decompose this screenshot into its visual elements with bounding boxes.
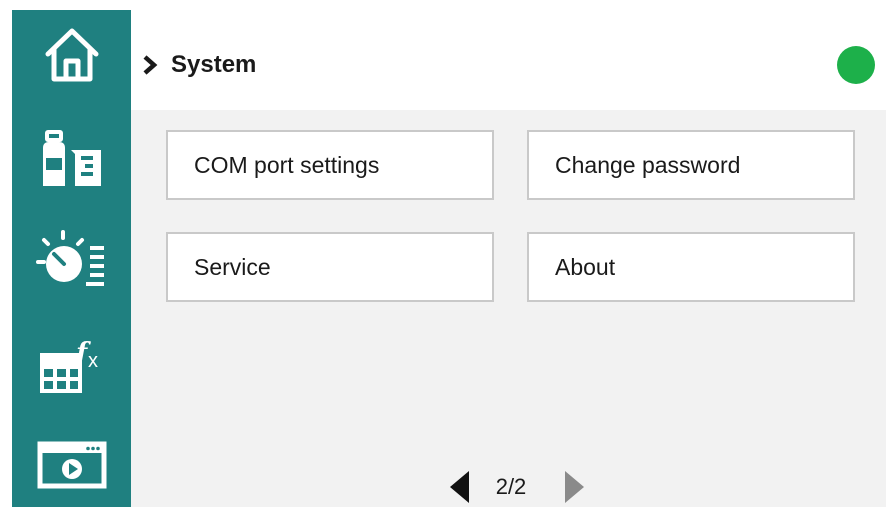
sidebar-item-formula[interactable]: f x [12, 325, 131, 405]
video-player-icon [37, 441, 106, 489]
sidebar-item-timer[interactable] [12, 220, 131, 300]
bottle-beaker-icon [42, 130, 101, 186]
header: System [131, 10, 886, 110]
chevron-right-icon [143, 55, 158, 75]
sidebar-item-home[interactable] [12, 15, 131, 95]
svg-text:x: x [88, 350, 98, 372]
caret-right-icon[interactable] [563, 469, 587, 505]
timer-settings-icon [35, 230, 104, 286]
home-icon [45, 28, 98, 82]
pager: 2/2 [131, 465, 886, 507]
sidebar-item-samples[interactable] [12, 120, 131, 200]
caret-left-icon[interactable] [447, 469, 471, 505]
status-indicator [837, 46, 875, 84]
menu-area: COM port settings Change password Servic… [131, 110, 886, 507]
com-port-settings-button[interactable]: COM port settings [166, 130, 494, 200]
service-button[interactable]: Service [166, 232, 494, 302]
page-indicator: 2/2 [495, 474, 527, 499]
sidebar-item-video[interactable] [12, 425, 131, 505]
table-formula-icon: f x [39, 338, 98, 393]
sidebar: f x [12, 10, 131, 507]
about-button[interactable]: About [527, 232, 855, 302]
change-password-button[interactable]: Change password [527, 130, 855, 200]
main-panel: System COM port settings Change password… [131, 10, 886, 507]
page-title: System [171, 51, 257, 78]
